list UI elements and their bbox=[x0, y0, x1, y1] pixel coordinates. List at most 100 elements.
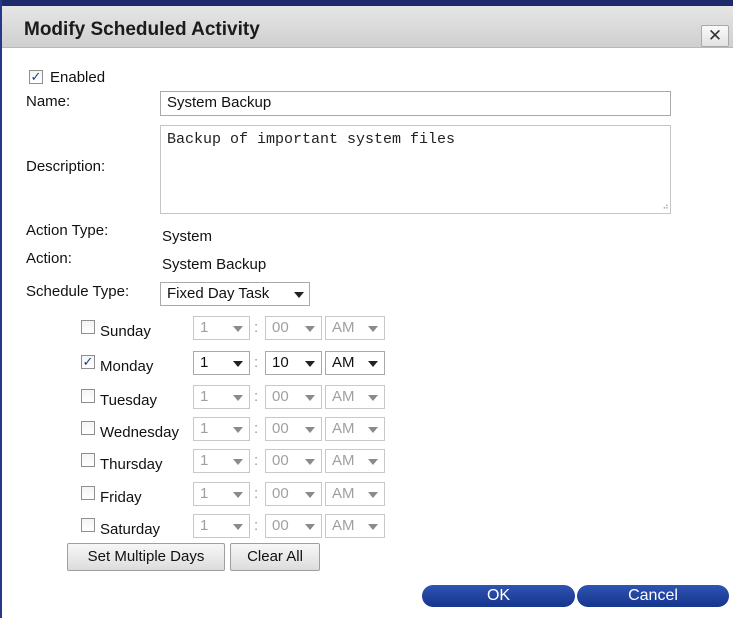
sunday-label: Sunday bbox=[100, 323, 151, 340]
time-separator: : bbox=[254, 452, 259, 469]
wednesday-ampm-select[interactable]: AM bbox=[325, 417, 385, 441]
monday-checkbox[interactable]: ✓ bbox=[81, 355, 95, 369]
thursday-ampm-select[interactable]: AM bbox=[325, 449, 385, 473]
tuesday-minute-select[interactable]: 00 bbox=[265, 385, 322, 409]
time-separator: : bbox=[254, 388, 259, 405]
minute-value: 10 bbox=[272, 354, 289, 371]
ampm-value: AM bbox=[332, 354, 355, 371]
chevron-down-icon bbox=[368, 395, 378, 401]
time-separator: : bbox=[254, 485, 259, 502]
schedule-type-value: Fixed Day Task bbox=[167, 285, 270, 302]
time-separator: : bbox=[254, 420, 259, 437]
hour-value: 1 bbox=[200, 517, 209, 534]
chevron-down-icon bbox=[305, 326, 315, 332]
action-type-label: Action Type: bbox=[26, 222, 109, 239]
ok-button[interactable]: OK bbox=[422, 585, 575, 607]
chevron-down-icon bbox=[305, 361, 315, 367]
chevron-down-icon bbox=[368, 524, 378, 530]
chevron-down-icon bbox=[233, 492, 243, 498]
resize-grip-icon[interactable]: ⠴ bbox=[662, 202, 669, 212]
chevron-down-icon bbox=[305, 492, 315, 498]
hour-value: 1 bbox=[200, 388, 209, 405]
saturday-minute-select[interactable]: 00 bbox=[265, 514, 322, 538]
thursday-hour-select[interactable]: 1 bbox=[193, 449, 250, 473]
saturday-hour-select[interactable]: 1 bbox=[193, 514, 250, 538]
chevron-down-icon bbox=[305, 395, 315, 401]
minute-value: 00 bbox=[272, 388, 289, 405]
sunday-minute-select[interactable]: 00 bbox=[265, 316, 322, 340]
clear-all-button[interactable]: Clear All bbox=[230, 543, 320, 571]
wednesday-checkbox[interactable] bbox=[81, 421, 95, 435]
modify-scheduled-activity-dialog: Modify Scheduled Activity ✕ ✓ Enabled Na… bbox=[0, 0, 733, 618]
close-icon[interactable]: ✕ bbox=[701, 25, 729, 47]
chevron-down-icon bbox=[294, 292, 304, 298]
tuesday-checkbox[interactable] bbox=[81, 389, 95, 403]
ampm-value: AM bbox=[332, 452, 355, 469]
friday-checkbox[interactable] bbox=[81, 486, 95, 500]
friday-minute-select[interactable]: 00 bbox=[265, 482, 322, 506]
thursday-minute-select[interactable]: 00 bbox=[265, 449, 322, 473]
sunday-checkbox[interactable] bbox=[81, 320, 95, 334]
description-text: Backup of important system files bbox=[167, 131, 456, 148]
chevron-down-icon bbox=[368, 361, 378, 367]
cancel-button[interactable]: Cancel bbox=[577, 585, 729, 607]
chevron-down-icon bbox=[368, 459, 378, 465]
set-multiple-days-button[interactable]: Set Multiple Days bbox=[67, 543, 225, 571]
hour-value: 1 bbox=[200, 485, 209, 502]
action-label: Action: bbox=[26, 250, 72, 267]
saturday-checkbox[interactable] bbox=[81, 518, 95, 532]
friday-label: Friday bbox=[100, 489, 142, 506]
tuesday-hour-select[interactable]: 1 bbox=[193, 385, 250, 409]
minute-value: 00 bbox=[272, 319, 289, 336]
chevron-down-icon bbox=[368, 492, 378, 498]
name-label: Name: bbox=[26, 93, 71, 110]
action-value: System Backup bbox=[162, 256, 267, 273]
enabled-label: Enabled bbox=[50, 69, 106, 86]
tuesday-ampm-select[interactable]: AM bbox=[325, 385, 385, 409]
ampm-value: AM bbox=[332, 420, 355, 437]
monday-hour-select[interactable]: 1 bbox=[193, 351, 250, 375]
saturday-ampm-select[interactable]: AM bbox=[325, 514, 385, 538]
chevron-down-icon bbox=[233, 326, 243, 332]
description-textarea[interactable]: Backup of important system files ⠴ bbox=[160, 125, 671, 214]
thursday-checkbox[interactable] bbox=[81, 453, 95, 467]
chevron-down-icon bbox=[305, 459, 315, 465]
description-label: Description: bbox=[26, 158, 106, 175]
hour-value: 1 bbox=[200, 354, 209, 371]
chevron-down-icon bbox=[233, 395, 243, 401]
schedule-type-label: Schedule Type: bbox=[26, 283, 130, 300]
enabled-checkbox[interactable]: ✓ bbox=[29, 70, 43, 84]
ampm-value: AM bbox=[332, 319, 355, 336]
saturday-label: Saturday bbox=[100, 521, 161, 538]
ampm-value: AM bbox=[332, 517, 355, 534]
chevron-down-icon bbox=[233, 427, 243, 433]
wednesday-minute-select[interactable]: 00 bbox=[265, 417, 322, 441]
time-separator: : bbox=[254, 319, 259, 336]
sunday-ampm-select[interactable]: AM bbox=[325, 316, 385, 340]
dialog-titlebar[interactable]: Modify Scheduled Activity ✕ bbox=[2, 6, 733, 48]
minute-value: 00 bbox=[272, 420, 289, 437]
chevron-down-icon bbox=[233, 361, 243, 367]
chevron-down-icon bbox=[368, 326, 378, 332]
hour-value: 1 bbox=[200, 420, 209, 437]
ampm-value: AM bbox=[332, 388, 355, 405]
chevron-down-icon bbox=[233, 459, 243, 465]
monday-minute-select[interactable]: 10 bbox=[265, 351, 322, 375]
chevron-down-icon bbox=[305, 524, 315, 530]
sunday-hour-select[interactable]: 1 bbox=[193, 316, 250, 340]
chevron-down-icon bbox=[233, 524, 243, 530]
chevron-down-icon bbox=[368, 427, 378, 433]
time-separator: : bbox=[254, 517, 259, 534]
wednesday-label: Wednesday bbox=[100, 424, 179, 441]
wednesday-hour-select[interactable]: 1 bbox=[193, 417, 250, 441]
friday-hour-select[interactable]: 1 bbox=[193, 482, 250, 506]
action-type-value: System bbox=[162, 228, 213, 245]
monday-ampm-select[interactable]: AM bbox=[325, 351, 385, 375]
hour-value: 1 bbox=[200, 319, 209, 336]
name-input[interactable]: System Backup bbox=[160, 91, 671, 116]
schedule-type-select[interactable]: Fixed Day Task bbox=[160, 282, 310, 306]
thursday-label: Thursday bbox=[100, 456, 163, 473]
ampm-value: AM bbox=[332, 485, 355, 502]
tuesday-label: Tuesday bbox=[100, 392, 157, 409]
friday-ampm-select[interactable]: AM bbox=[325, 482, 385, 506]
